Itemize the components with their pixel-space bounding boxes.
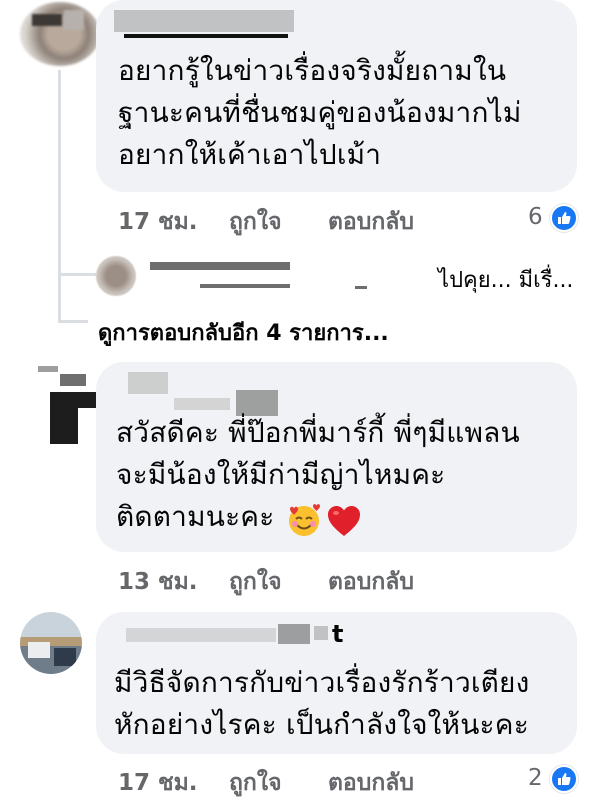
comment-time[interactable]: 13 ชม. [118,564,198,600]
like-button[interactable]: ถูกใจ [229,204,282,240]
comment-time[interactable]: 17 ชม. [118,204,198,240]
author-name-blur[interactable] [128,372,168,394]
comment-text: อยากรู้ในข่าวเรื่องจริงมั้ยถามใน ฐานะคนท… [118,54,522,171]
like-reaction-icon[interactable] [550,765,578,793]
reply-preview-blur [150,262,290,270]
avatar[interactable] [20,612,82,674]
thread-branch [58,273,96,276]
comment-text: มีวิธีจัดการกับข่าวเรื่องรักร้าวเตียง หั… [114,666,530,741]
author-name-blur[interactable] [114,10,294,32]
like-reaction-icon[interactable] [550,204,578,232]
thread-branch [58,320,88,323]
author-name-blur[interactable] [314,626,328,640]
thread-line [58,70,61,320]
author-name[interactable]: t [332,620,343,648]
view-more-replies-link[interactable]: ดูการตอบกลับอีก 4 รายการ... [98,315,389,350]
reply-avatar[interactable] [96,256,136,296]
avatar[interactable] [20,2,100,66]
reply-button[interactable]: ตอบกลับ [328,765,414,801]
author-name-blur[interactable] [174,398,230,410]
author-name-redaction [124,34,288,38]
comment-time[interactable]: 17 ชม. [118,765,198,801]
reply-button[interactable]: ตอบกลับ [328,564,414,600]
red-heart-icon [326,504,362,538]
like-count[interactable]: 6 [528,204,543,230]
like-count[interactable]: 2 [528,765,543,791]
avatar[interactable] [30,362,100,444]
like-button[interactable]: ถูกใจ [229,765,282,801]
comment-bubble: สวัสดีคะ พี่ป๊อกพี่มาร์กี้ พี่ๆมีแพลน จะ… [96,362,577,552]
reply-button[interactable]: ตอบกลับ [328,204,414,240]
author-name-blur[interactable] [278,624,310,644]
like-button[interactable]: ถูกใจ [229,564,282,600]
reply-preview-blur [355,286,367,289]
reply-preview-text[interactable]: ไปคุย... มีเรื่... [438,262,573,297]
reply-preview-blur [200,284,290,288]
comment-bubble: t มีวิธีจัดการกับข่าวเรื่องรักร้าวเตียง … [96,612,577,754]
author-name-blur[interactable] [126,628,276,642]
comment-bubble: อยากรู้ในข่าวเรื่องจริงมั้ยถามใน ฐานะคนท… [96,0,577,192]
smiling-face-with-hearts-icon [286,502,322,538]
